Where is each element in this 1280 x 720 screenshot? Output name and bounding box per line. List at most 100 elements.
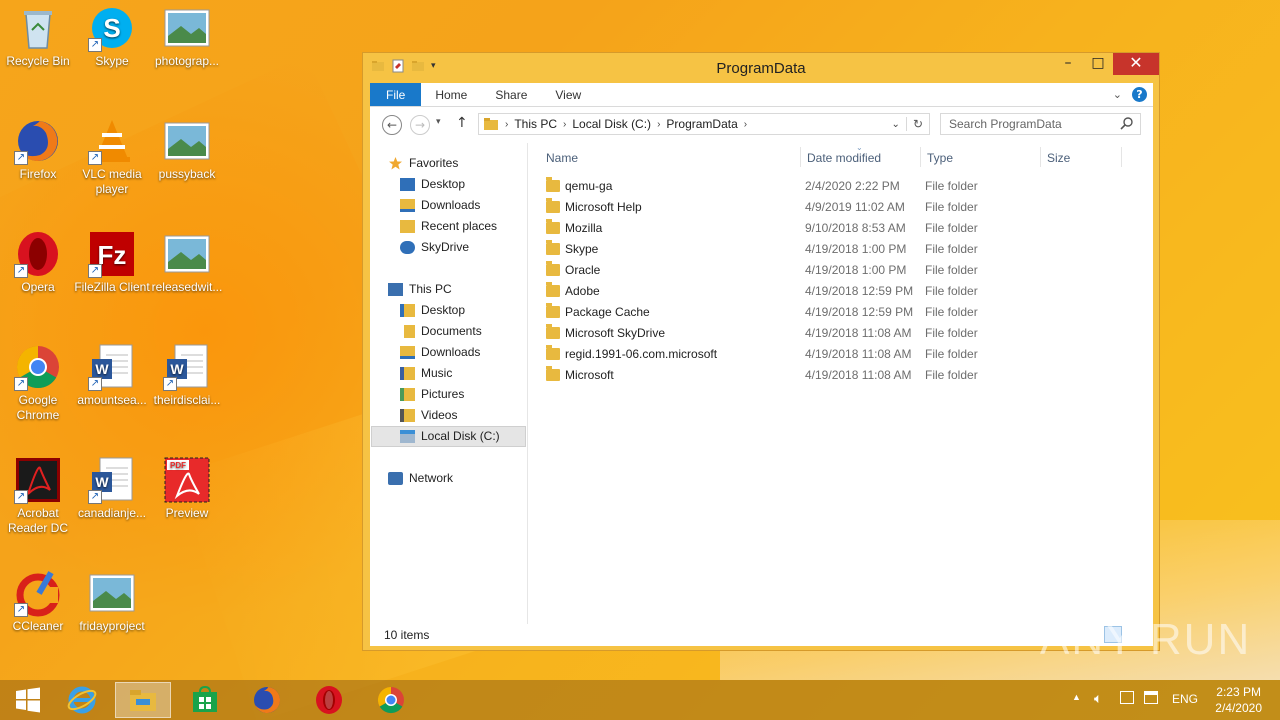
- table-row[interactable]: Microsoft Help 4/9/2019 11:02 AM File fold…: [538, 197, 1138, 218]
- taskbar-ie[interactable]: [54, 682, 110, 718]
- nav-fav-skydrive[interactable]: SkyDrive: [400, 237, 469, 258]
- clock[interactable]: 2:23 PM 2/4/2020: [1215, 684, 1262, 716]
- taskbar-chrome[interactable]: [363, 682, 419, 718]
- address-bar[interactable]: › This PC › Local Disk (C:) › ProgramDat…: [478, 113, 930, 135]
- expand-ribbon-chevron-icon[interactable]: ⌄: [1113, 88, 1122, 101]
- breadcrumb-separator-icon[interactable]: ›: [742, 119, 749, 130]
- language-indicator[interactable]: ENG: [1172, 692, 1198, 706]
- desktop-icon-label: Firefox: [19, 167, 57, 181]
- desktop-icon-canadianje[interactable]: W ↗ canadianje...: [74, 456, 150, 521]
- tab-home[interactable]: Home: [421, 83, 481, 106]
- taskbar-opera[interactable]: [301, 682, 357, 718]
- action-center-icon[interactable]: [1120, 691, 1134, 704]
- maximize-button[interactable]: □: [1083, 53, 1113, 75]
- acrobat-icon: ↗: [14, 456, 62, 504]
- column-header-size[interactable]: Size: [1047, 151, 1070, 165]
- volume-icon[interactable]: 🔈︎: [1094, 690, 1102, 707]
- forward-button[interactable]: →: [410, 115, 430, 135]
- desktop-icon-filezilla-client[interactable]: Fz ↗ FileZilla Client: [74, 230, 150, 295]
- file-type: File folder: [925, 221, 978, 235]
- nav-favorites[interactable]: Favorites: [388, 153, 458, 174]
- search-icon[interactable]: [1120, 116, 1134, 130]
- taskbar-file-explorer[interactable]: [115, 682, 171, 718]
- desktop-icon-fridayproject[interactable]: fridayproject: [74, 569, 150, 634]
- desktop-icon-pussyback[interactable]: pussyback: [149, 117, 225, 182]
- desktop-icon-firefox[interactable]: ↗ Firefox: [0, 117, 76, 182]
- table-row[interactable]: Skype 4/19/2018 1:00 PM File folder: [538, 239, 1138, 260]
- title-bar[interactable]: ▾ ProgramData – □ ✕: [363, 53, 1159, 83]
- taskbar: ▲ 🔈︎ ENG 2:23 PM 2/4/2020: [0, 680, 1280, 720]
- nav-pc-music[interactable]: Music: [400, 363, 452, 384]
- recent-locations-chevron-icon[interactable]: ▾: [436, 117, 441, 127]
- breadcrumb-separator-icon[interactable]: ›: [655, 119, 662, 130]
- opera-icon: ↗: [14, 230, 62, 278]
- table-row[interactable]: qemu-ga 2/4/2020 2:22 PM File folder: [538, 176, 1138, 197]
- nav-network[interactable]: Network: [388, 468, 453, 489]
- desktop-icon-amountsea[interactable]: W ↗ amountsea...: [74, 343, 150, 408]
- desktop-icon-google-chrome[interactable]: ↗ Google Chrome: [0, 343, 76, 423]
- breadcrumb-programdata[interactable]: ProgramData: [662, 117, 741, 131]
- desktop-icon-opera[interactable]: ↗ Opera: [0, 230, 76, 295]
- nav-pc-documents[interactable]: Documents: [400, 321, 482, 342]
- help-icon[interactable]: ?: [1132, 87, 1147, 102]
- desktop-icon-label: fridayproject: [79, 619, 145, 633]
- file-list: Name ⌄ Date modified Type Size qemu-ga 2/…: [528, 143, 1153, 624]
- desktop-icon-releasedwit[interactable]: releasedwit...: [149, 230, 225, 295]
- file-date: 4/19/2018 12:59 PM: [805, 305, 914, 319]
- desktop-icon-acrobat-reader-dc[interactable]: ↗ Acrobat Reader DC: [0, 456, 76, 536]
- nav-this-pc[interactable]: This PC: [388, 279, 452, 300]
- breadcrumb-this-pc[interactable]: This PC: [510, 117, 561, 131]
- nav-pc-pictures[interactable]: Pictures: [400, 384, 464, 405]
- table-row[interactable]: Package Cache 4/19/2018 12:59 PM File fold…: [538, 302, 1138, 323]
- up-button[interactable]: ↑: [456, 115, 468, 131]
- table-row[interactable]: Microsoft SkyDrive 4/19/2018 11:08 AM File…: [538, 323, 1138, 344]
- column-header-type[interactable]: Type: [927, 151, 953, 165]
- table-row[interactable]: Microsoft 4/19/2018 11:08 AM File folder: [538, 365, 1138, 386]
- network-icon: [388, 472, 403, 485]
- desktop-icon-ccleaner[interactable]: ↗ CCleaner: [0, 569, 76, 634]
- desktop-icon-preview[interactable]: PDF Preview: [149, 456, 225, 521]
- desktop-icon-photograp[interactable]: photograp...: [149, 4, 225, 69]
- tab-view[interactable]: View: [541, 83, 595, 106]
- nav-pc-desktop[interactable]: Desktop: [400, 300, 465, 321]
- nav-pc-videos[interactable]: Videos: [400, 405, 457, 426]
- breadcrumb-separator-icon[interactable]: ›: [561, 119, 568, 130]
- desktop-icon-recycle-bin[interactable]: Recycle Bin: [0, 4, 76, 69]
- shortcut-arrow-icon: ↗: [14, 377, 28, 391]
- refresh-icon[interactable]: ↻: [905, 117, 929, 131]
- tab-share[interactable]: Share: [481, 83, 541, 106]
- taskbar-firefox[interactable]: [239, 682, 295, 718]
- desktop-icon-vlc-media-player[interactable]: ↗ VLC media player: [74, 117, 150, 197]
- nav-fav-recent-places[interactable]: Recent places: [400, 216, 497, 237]
- breadcrumb-separator-icon[interactable]: ›: [503, 119, 510, 130]
- table-row[interactable]: Mozilla 9/10/2018 8:53 AM File folder: [538, 218, 1138, 239]
- word-doc-icon: W ↗: [163, 343, 211, 391]
- ccleaner-icon: ↗: [14, 569, 62, 617]
- chrome-icon: [377, 686, 404, 714]
- column-header-date[interactable]: Date modified: [807, 151, 881, 165]
- address-dropdown-chevron-icon[interactable]: ⌄: [886, 119, 906, 130]
- nav-pc-local-disk[interactable]: Local Disk (C:): [371, 426, 526, 447]
- start-button[interactable]: [0, 682, 56, 718]
- show-hidden-icons-chevron-icon[interactable]: ▲: [1072, 692, 1081, 702]
- table-row[interactable]: regid.1991-06.com.microsoft 4/19/2018 11:…: [538, 344, 1138, 365]
- table-row[interactable]: Adobe 4/19/2018 12:59 PM File folder: [538, 281, 1138, 302]
- desktop-icon-theirdisclai[interactable]: W ↗ theirdisclai...: [149, 343, 225, 408]
- table-row[interactable]: Oracle 4/19/2018 1:00 PM File folder: [538, 260, 1138, 281]
- desktop-icon-skype[interactable]: S ↗ Skype: [74, 4, 150, 69]
- file-name: Oracle: [565, 263, 601, 277]
- breadcrumb-local-disk[interactable]: Local Disk (C:): [568, 117, 655, 131]
- search-input[interactable]: Search ProgramData: [940, 113, 1141, 135]
- taskbar-store[interactable]: [177, 682, 233, 718]
- tab-file[interactable]: File: [370, 83, 422, 106]
- network-status-icon[interactable]: [1144, 691, 1158, 704]
- firefox-icon: ↗: [14, 117, 62, 165]
- nav-fav-downloads[interactable]: Downloads: [400, 195, 480, 216]
- nav-fav-desktop[interactable]: Desktop: [400, 174, 465, 195]
- nav-pc-downloads[interactable]: Downloads: [400, 342, 480, 363]
- close-button[interactable]: ✕: [1113, 53, 1159, 75]
- column-header-name[interactable]: Name: [546, 151, 578, 165]
- back-button[interactable]: ←: [382, 115, 402, 135]
- file-name: regid.1991-06.com.microsoft: [565, 347, 718, 361]
- minimize-button[interactable]: –: [1053, 53, 1083, 75]
